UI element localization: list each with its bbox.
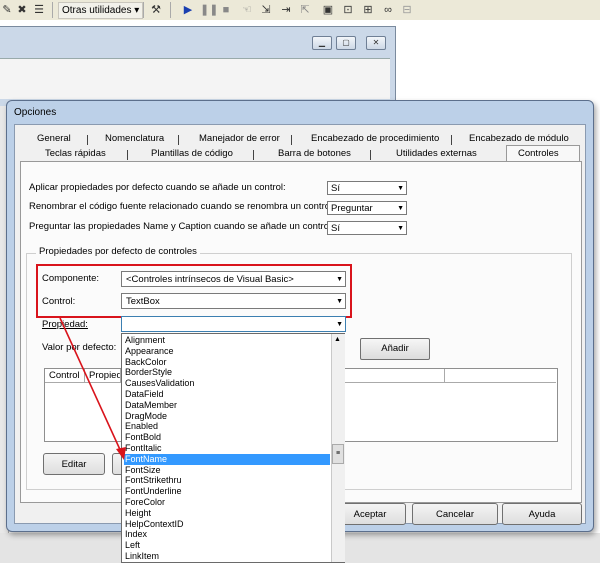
annotation-arrow — [59, 317, 126, 460]
arrow-line — [59, 317, 123, 455]
arrow-head — [116, 447, 126, 460]
